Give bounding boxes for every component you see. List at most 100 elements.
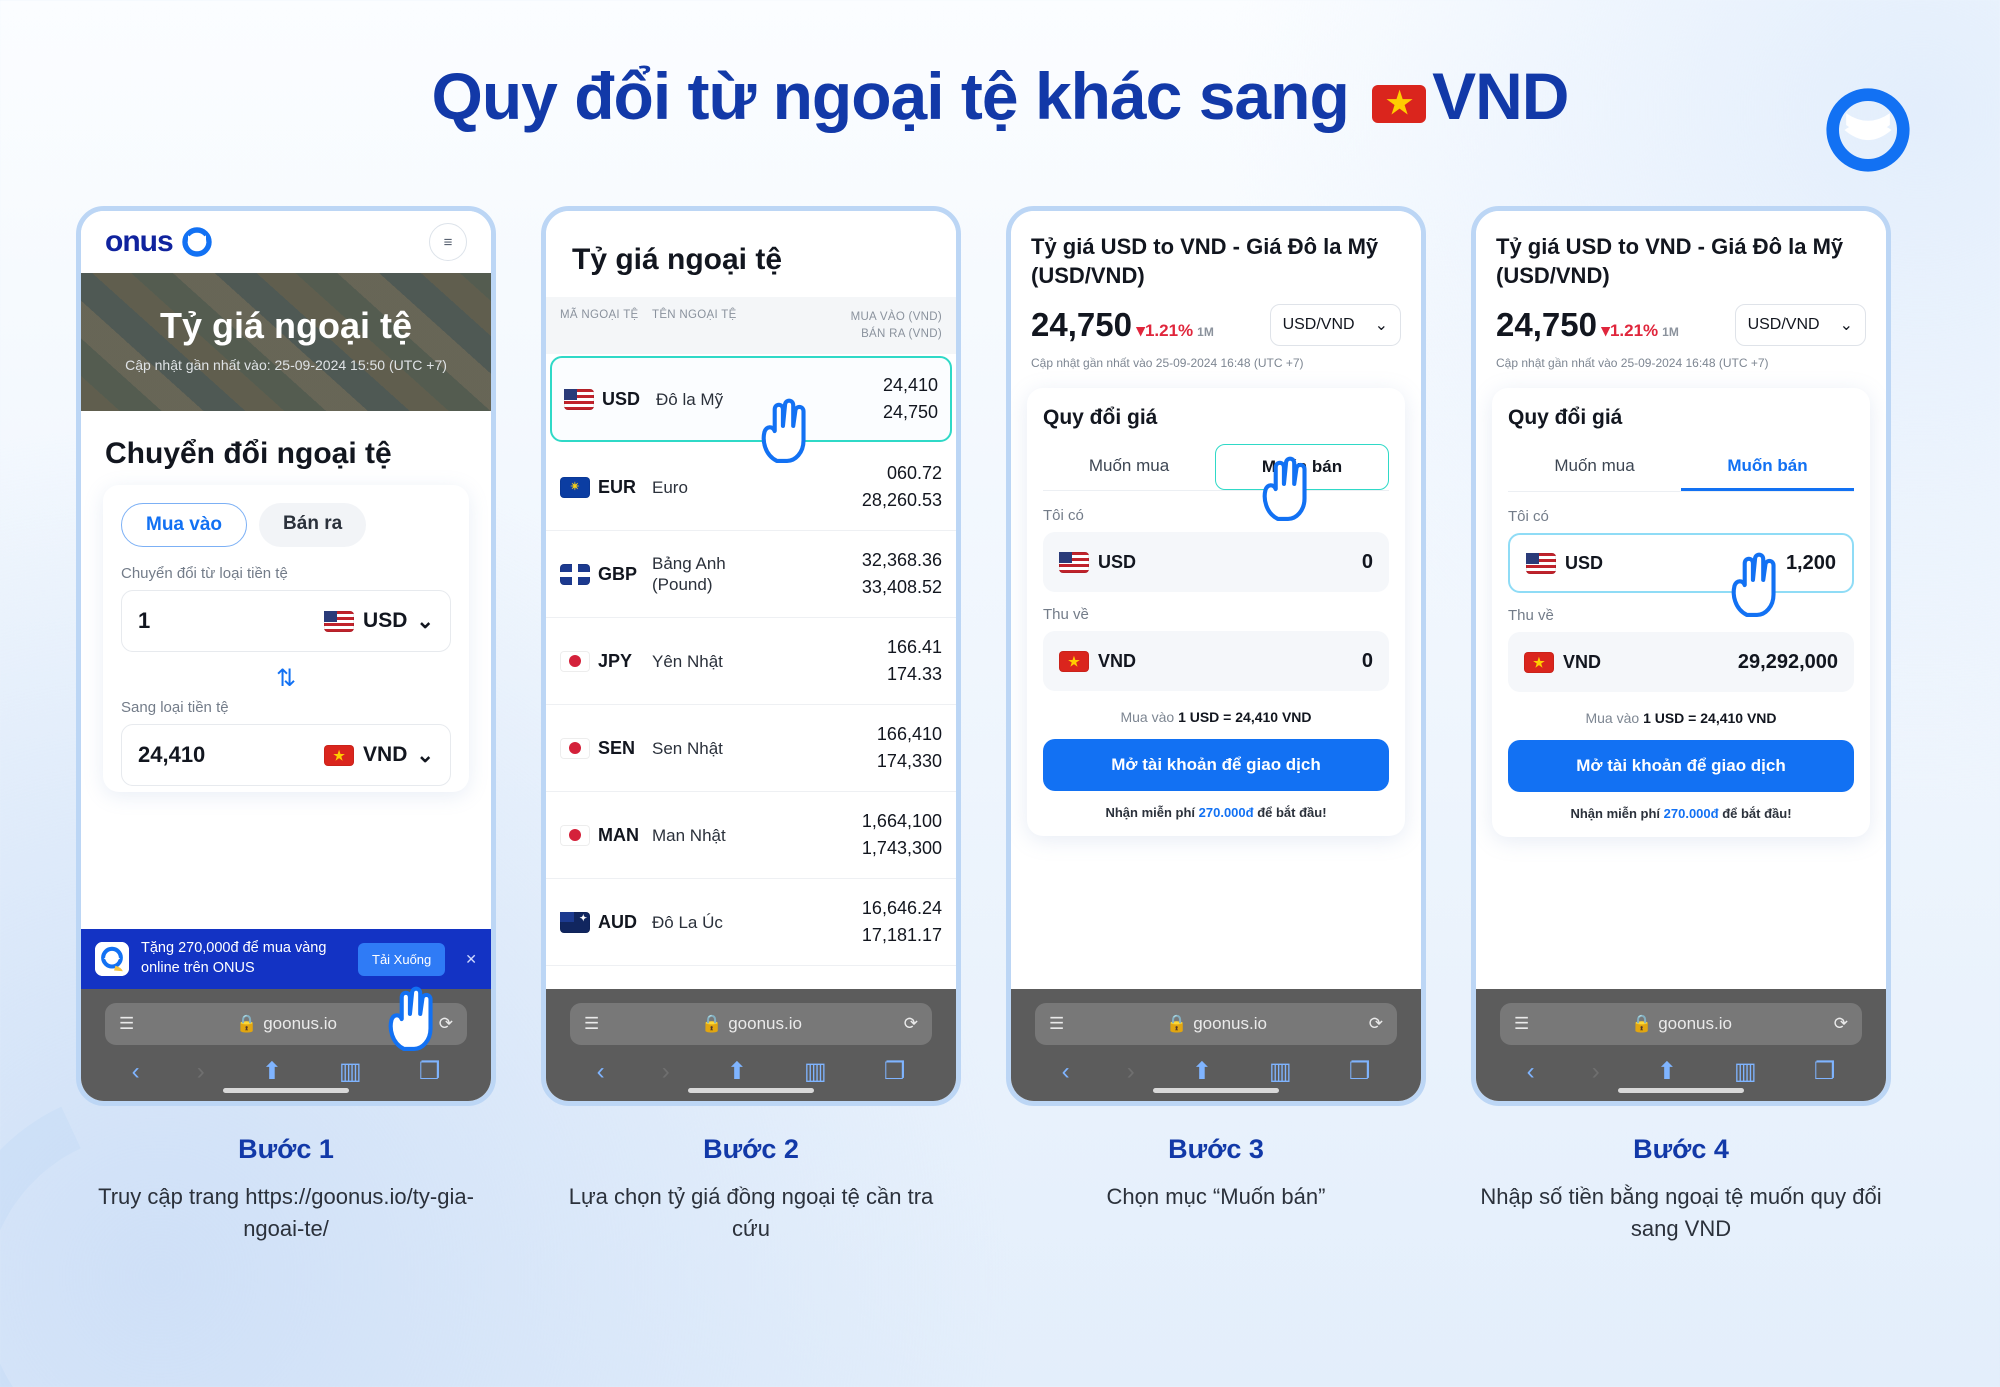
reader-view-icon[interactable]: ☰ (584, 1014, 599, 1034)
back-chevron-icon[interactable]: ‹ (597, 1058, 605, 1086)
onus-wordmark: onus (105, 225, 174, 258)
rate-note-prefix-3: Mua vào (1120, 709, 1175, 726)
to-currency-field[interactable]: 24,410 VND ⌄ (121, 724, 451, 786)
price-change-4: ▾1.21% 1M (1601, 321, 1678, 340)
onus-logo[interactable]: onus (105, 225, 212, 259)
row-buy: 060.72 (886, 463, 942, 484)
cta-button-3[interactable]: Mở tài khoản để giao dịch (1043, 739, 1389, 792)
back-chevron-icon[interactable]: ‹ (132, 1058, 140, 1086)
jp-flag-icon (560, 737, 590, 759)
reload-icon[interactable]: ⟳ (904, 1014, 918, 1034)
rates-table-body: USD Đô la Mỹ 24,410 24,750 EUR Euro 060.72 28,2… (546, 356, 956, 967)
to-currency-selector[interactable]: VND ⌄ (324, 743, 434, 768)
swap-currencies-icon[interactable]: ⇅ (121, 652, 451, 699)
hamburger-icon[interactable]: ≡ (429, 223, 467, 261)
book-icon[interactable]: ▥ (339, 1057, 362, 1086)
step-text-3: Chọn mục “Muốn bán” (1106, 1184, 1326, 1209)
forward-chevron-icon[interactable]: › (662, 1058, 670, 1086)
onus-topbar: onus ≡ (81, 211, 491, 273)
row-name: Sen Nhật (652, 738, 723, 758)
lock-icon: 🔒 (701, 1014, 723, 1033)
tabs-icon[interactable]: ❐ (1349, 1057, 1371, 1086)
tabs-icon[interactable]: ❐ (884, 1057, 906, 1086)
promo-download-button[interactable]: Tải Xuống (358, 942, 446, 976)
table-row[interactable]: EUR Euro 060.72 28,260.53 (546, 444, 956, 532)
back-chevron-icon[interactable]: ‹ (1527, 1058, 1535, 1086)
pair-page-title-3: Tỷ giá USD to VND - Giá Đô la Mỹ (USD/VN… (1031, 234, 1379, 288)
convert-tabs-4: Muốn mua Muốn bán (1508, 444, 1854, 492)
url-label: goonus.io (263, 1014, 337, 1033)
share-icon[interactable]: ⬆ (1657, 1057, 1677, 1086)
step-label-4: Bước 4 (1633, 1134, 1729, 1164)
tab-muon-mua-3[interactable]: Muốn mua (1043, 444, 1215, 490)
book-icon[interactable]: ▥ (1269, 1057, 1292, 1086)
pair-selector-3[interactable]: USD/VND ⌄ (1269, 304, 1401, 347)
tabs-icon[interactable]: ❐ (1814, 1057, 1836, 1086)
share-icon[interactable]: ⬆ (727, 1057, 747, 1086)
to-amount-value: 24,410 (138, 742, 206, 767)
table-row[interactable]: JPY Yên Nhật 166.41 174.33 (546, 618, 956, 706)
row-rates: 24,410 24,750 (774, 372, 938, 426)
table-row[interactable]: MAN Man Nhật 1,664,100 1,743,300 (546, 792, 956, 880)
change-value-3: 1.21% (1144, 321, 1194, 341)
reload-icon[interactable]: ⟳ (1369, 1014, 1383, 1034)
promo-banner[interactable]: Tặng 270,000đ để mua vàng online trên ON… (81, 929, 491, 989)
page-title-after: VND (1432, 59, 1569, 133)
tab-muon-ban-4[interactable]: Muốn bán (1681, 444, 1854, 492)
reload-icon[interactable]: ⟳ (439, 1014, 453, 1034)
get-amount-field-4[interactable]: VND 29,292,000 (1508, 632, 1854, 693)
tabs-icon[interactable]: ❐ (419, 1057, 441, 1086)
us-flag-icon (564, 388, 594, 410)
change-period-4: 1M (1662, 325, 1679, 340)
rates-page-title: Tỷ giá ngoại tệ (572, 243, 783, 276)
row-name: Bảng Anh (Pound) (652, 554, 726, 595)
tabs-divider-3 (1043, 490, 1389, 492)
reader-view-icon[interactable]: ☰ (119, 1014, 134, 1034)
pair-selector-4[interactable]: USD/VND ⌄ (1734, 304, 1866, 347)
browser-nav-row-4: ‹ › ⬆ ▥ ❐ (1476, 1045, 1886, 1086)
url-bar-2[interactable]: ☰ 🔒 goonus.io ⟳ (570, 1003, 932, 1045)
book-icon[interactable]: ▥ (1734, 1057, 1757, 1086)
reload-icon[interactable]: ⟳ (1834, 1014, 1848, 1034)
home-indicator (688, 1088, 814, 1093)
tab-mua-vao[interactable]: Mua vào (121, 503, 248, 547)
table-row[interactable]: GBP Bảng Anh (Pound) 32,368.36 33,408.52 (546, 531, 956, 619)
get-label-4: Thu về (1508, 607, 1554, 625)
tab-ban-ra[interactable]: Bán ra (259, 503, 367, 547)
url-bar-4[interactable]: ☰ 🔒 goonus.io ⟳ (1500, 1003, 1862, 1045)
back-chevron-icon[interactable]: ‹ (1062, 1058, 1070, 1086)
from-currency-field[interactable]: 1 USD ⌄ (121, 590, 451, 652)
tab-muon-ban-3[interactable]: Muốn bán (1215, 444, 1389, 491)
url-bar-1[interactable]: ☰ 🔒 goonus.io ⟳ (105, 1003, 467, 1045)
forward-chevron-icon[interactable]: › (197, 1058, 205, 1086)
reader-view-icon[interactable]: ☰ (1514, 1014, 1529, 1034)
url-text-2: 🔒 goonus.io (701, 1014, 802, 1034)
hero-subtitle: Cập nhật gần nhất vào: 25-09-2024 15:50 … (125, 357, 447, 373)
have-amount-field-3[interactable]: USD 0 (1043, 532, 1389, 593)
row-code: AUD (560, 911, 652, 933)
forward-chevron-icon[interactable]: › (1592, 1058, 1600, 1086)
cta-sub-amount-4: 270.000đ (1663, 806, 1719, 822)
step-column-3: Tỷ giá USD to VND - Giá Đô la Mỹ (USD/VN… (1006, 206, 1426, 1213)
share-icon[interactable]: ⬆ (1192, 1057, 1212, 1086)
share-icon[interactable]: ⬆ (262, 1057, 282, 1086)
row-code: MAN (560, 824, 652, 846)
get-amount-field-3[interactable]: VND 0 (1043, 631, 1389, 692)
promo-close-icon[interactable]: ✕ (457, 951, 477, 968)
browser-nav-row-3: ‹ › ⬆ ▥ ❐ (1011, 1045, 1421, 1086)
reader-view-icon[interactable]: ☰ (1049, 1014, 1064, 1034)
table-row[interactable]: USD Đô la Mỹ 24,410 24,750 (550, 356, 952, 443)
to-currency-code: VND (363, 743, 408, 766)
table-row[interactable]: SEN Sen Nhật 166,410 174,330 (546, 705, 956, 793)
get-currency-code-4: VND (1563, 651, 1602, 672)
have-amount-field-4[interactable]: USD 1,200 (1508, 533, 1854, 594)
table-row[interactable]: AUD Đô La Úc 16,646.24 17,181.17 (546, 879, 956, 967)
from-currency-selector[interactable]: USD ⌄ (324, 609, 434, 634)
cta-button-4[interactable]: Mở tài khoản để giao dịch (1508, 740, 1854, 793)
get-amount-value-3: 0 (1361, 649, 1373, 672)
forward-chevron-icon[interactable]: › (1127, 1058, 1135, 1086)
col-header-name: TÊN NGOẠI TỆ (652, 309, 737, 321)
book-icon[interactable]: ▥ (804, 1057, 827, 1086)
url-bar-3[interactable]: ☰ 🔒 goonus.io ⟳ (1035, 1003, 1397, 1045)
tab-muon-mua-4[interactable]: Muốn mua (1508, 444, 1681, 491)
